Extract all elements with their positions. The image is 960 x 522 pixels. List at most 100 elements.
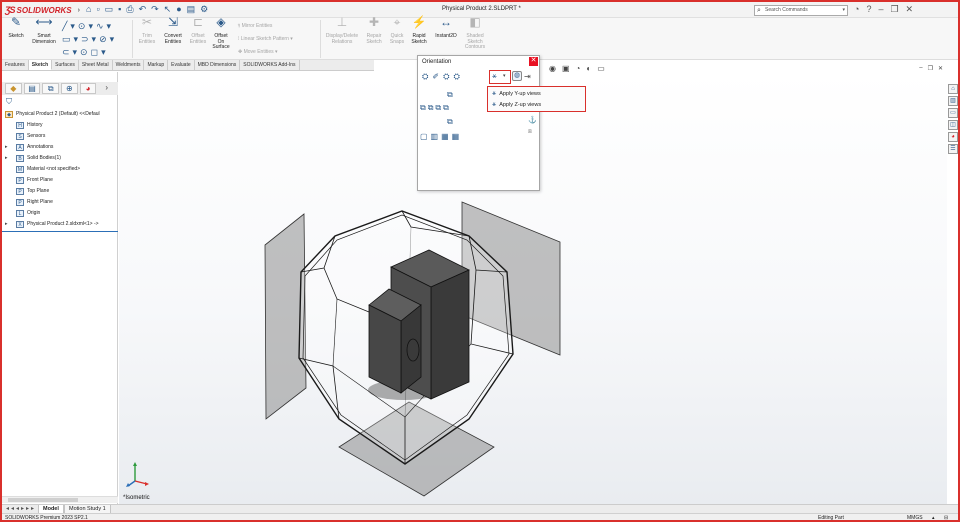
view-palette-icon[interactable]: ◫ — [948, 120, 958, 130]
tree-item-top-plane[interactable]: P Top Plane — [2, 186, 118, 197]
tree-item-history[interactable]: H History — [2, 120, 118, 131]
rapid-sketch-button[interactable]: ⚡ Rapid Sketch — [408, 16, 430, 45]
tree-root[interactable]: ◆ Physical Product 2 (Default) <<Defaul — [2, 109, 118, 120]
restore-icon[interactable]: ❐ — [928, 65, 933, 72]
close-icon[interactable]: ✕ — [529, 57, 538, 66]
display-delete-relations-button[interactable]: ⊥ Display/Delete Relations — [322, 16, 362, 45]
expand-arrow-icon[interactable]: ▸ — [5, 142, 8, 153]
status-units[interactable]: MMGS — [907, 514, 923, 520]
minimize-icon[interactable]: – — [919, 65, 922, 72]
view-selector-icon[interactable]: ⛭ — [454, 72, 460, 82]
feature-manager-tree-icon[interactable]: ◆ — [5, 83, 22, 94]
top-view-icon[interactable]: ⧉ — [447, 90, 453, 100]
apply-y-up-views-item[interactable]: ⚹ Apply Y-up views — [492, 88, 541, 99]
expand-arrow-icon[interactable]: ▸ — [5, 153, 8, 164]
tree-item-solid-bodies[interactable]: ▸ B Solid Bodies(1) — [2, 153, 118, 164]
viewport-layout-row[interactable]: ▢▥▦▦ — [420, 132, 462, 141]
tree-item-imported-xml[interactable]: ▸ X Physical Product 2.sldxml<1> -> — [2, 219, 118, 230]
line-tools-row[interactable]: ╱▾⊙▾∿▾ — [62, 21, 114, 32]
offset-on-surface-button[interactable]: ◈ Offset On Surface — [210, 16, 232, 51]
dimxpert-icon[interactable]: ⊕ — [61, 83, 78, 94]
file-properties-icon[interactable]: ▤ — [187, 4, 196, 15]
status-units-chevron-icon[interactable]: ▴ — [932, 514, 935, 520]
save-icon[interactable]: ▪ — [118, 4, 121, 15]
filter-icon[interactable]: ⛉ — [6, 97, 12, 107]
view-up-axis-button[interactable]: ⚹ ▾ — [489, 70, 511, 84]
update-standard-views-icon[interactable]: ✐ — [432, 72, 439, 82]
open-folder-icon[interactable]: ▭ — [105, 4, 114, 15]
print-icon[interactable]: ⎙ — [126, 4, 133, 15]
custom-properties-icon[interactable]: ☰ — [948, 144, 958, 154]
repair-sketch-button[interactable]: ✚ Repair Sketch — [363, 16, 385, 45]
bottom-view-icon[interactable]: ⧉ — [447, 117, 453, 127]
tab-mbd-dimensions[interactable]: MBD Dimensions — [195, 60, 241, 70]
offset-entities-button[interactable]: ⊏ Offset Entities — [186, 16, 210, 45]
restore-icon[interactable]: ❐ — [890, 4, 898, 15]
reset-standard-views-icon[interactable]: ⛭ — [443, 72, 449, 82]
minimize-icon[interactable]: – — [878, 4, 883, 15]
solidworks-resources-icon[interactable]: ⌂ — [948, 84, 958, 94]
convert-entities-button[interactable]: ⇲ Convert Entities — [160, 16, 186, 45]
tree-item-front-plane[interactable]: P Front Plane — [2, 175, 118, 186]
smart-dimension-button[interactable]: ⟷ Smart Dimension — [29, 16, 59, 45]
more-tabs-icon[interactable]: › — [98, 83, 115, 94]
tab-navigation-arrows[interactable]: ◂◂◂▸▸▸ — [6, 505, 36, 512]
new-document-icon[interactable]: ▫ — [96, 4, 99, 15]
front-views-row[interactable]: ⧉⧉⧉⧉ — [420, 103, 451, 113]
tab-sketch[interactable]: Sketch — [28, 60, 53, 70]
quick-snaps-button[interactable]: ⌖ Quick Snaps — [386, 16, 408, 45]
tab-surfaces[interactable]: Surfaces — [52, 60, 79, 70]
rebuild-icon[interactable]: ● — [176, 4, 181, 15]
status-toggle-icon[interactable]: ⊟ — [944, 514, 948, 520]
chevron-down-icon[interactable]: ▾ — [842, 6, 845, 15]
redo-icon[interactable]: ↷ — [151, 4, 159, 15]
tab-markup[interactable]: Markup — [144, 60, 169, 70]
tree-item-origin[interactable]: L Origin — [2, 208, 118, 219]
shaded-sketch-contours-button[interactable]: ◧ Shaded Sketch Contours — [462, 16, 488, 51]
rectangle-tools-row[interactable]: ▭▾⊃▾⊘▾ — [62, 34, 117, 45]
pin-icon[interactable]: ⇥ — [524, 72, 531, 81]
chevron-right-icon[interactable]: › — [78, 7, 80, 14]
slot-tools-row[interactable]: ⊂▾⊙◻▾ — [62, 47, 109, 58]
tab-sheet-metal[interactable]: Sheet Metal — [79, 60, 113, 70]
property-manager-icon[interactable]: ▤ — [23, 83, 41, 94]
tab-solidworks-add-ins[interactable]: SOLIDWORKS Add-Ins — [240, 60, 300, 70]
design-library-icon[interactable]: ▥ — [948, 96, 958, 106]
sketch-button[interactable]: ✎ Sketch — [5, 16, 27, 40]
link-views-icon[interactable]: ⧈ — [528, 129, 532, 136]
close-icon[interactable]: ✕ — [906, 4, 914, 15]
options-gear-icon[interactable]: ⚙ — [200, 4, 208, 15]
view-cube-icon[interactable]: ◍ — [512, 71, 522, 81]
linear-pattern-button[interactable]: ⁞ Linear Sketch Pattern ▾ — [238, 36, 293, 42]
trim-entities-button[interactable]: ✂ Trim Entities — [135, 16, 159, 45]
home-icon[interactable]: ⌂ — [86, 4, 91, 15]
tree-item-sensors[interactable]: S Sensors — [2, 131, 118, 142]
scrollbar-thumb[interactable] — [8, 498, 78, 502]
rollback-bar[interactable] — [2, 231, 118, 232]
move-entities-button[interactable]: ✥ Move Entities ▾ — [238, 49, 278, 55]
tab-features[interactable]: Features — [2, 60, 29, 70]
instant2d-button[interactable]: ↔ Instant2D — [430, 16, 462, 40]
appearances-icon[interactable]: ◕ — [948, 132, 958, 142]
select-icon[interactable]: ↖ — [164, 4, 172, 15]
help-icon[interactable]: ? — [866, 4, 871, 15]
tree-item-annotations[interactable]: ▸ A Annotations — [2, 142, 118, 153]
undo-icon[interactable]: ↶ — [139, 4, 147, 15]
mirror-entities-button[interactable]: ⫯ Mirror Entities — [238, 23, 272, 29]
configuration-manager-icon[interactable]: ⧉ — [42, 83, 60, 94]
horizontal-scrollbar[interactable] — [2, 496, 118, 503]
new-view-icon[interactable]: ⛭ — [422, 72, 428, 82]
tree-item-material[interactable]: M Material <not specified> — [2, 164, 118, 175]
search-commands-input[interactable]: ⌕ Search Commands ▾ — [754, 5, 848, 16]
file-explorer-icon[interactable]: ▭ — [948, 108, 958, 118]
tab-weldments[interactable]: Weldments — [113, 60, 145, 70]
apply-z-up-views-item[interactable]: ⚹ Apply Z-up views — [492, 99, 541, 110]
tab-evaluate[interactable]: Evaluate — [168, 60, 195, 70]
user-icon[interactable]: ◔ — [854, 4, 859, 15]
tall-block-right — [430, 269, 470, 400]
expand-arrow-icon[interactable]: ▸ — [5, 219, 8, 230]
close-icon[interactable]: ✕ — [938, 65, 943, 72]
display-manager-icon[interactable]: ◕ — [79, 83, 97, 94]
tree-item-right-plane[interactable]: P Right Plane — [2, 197, 118, 208]
normal-to-icon[interactable]: ⚓ — [528, 116, 537, 124]
